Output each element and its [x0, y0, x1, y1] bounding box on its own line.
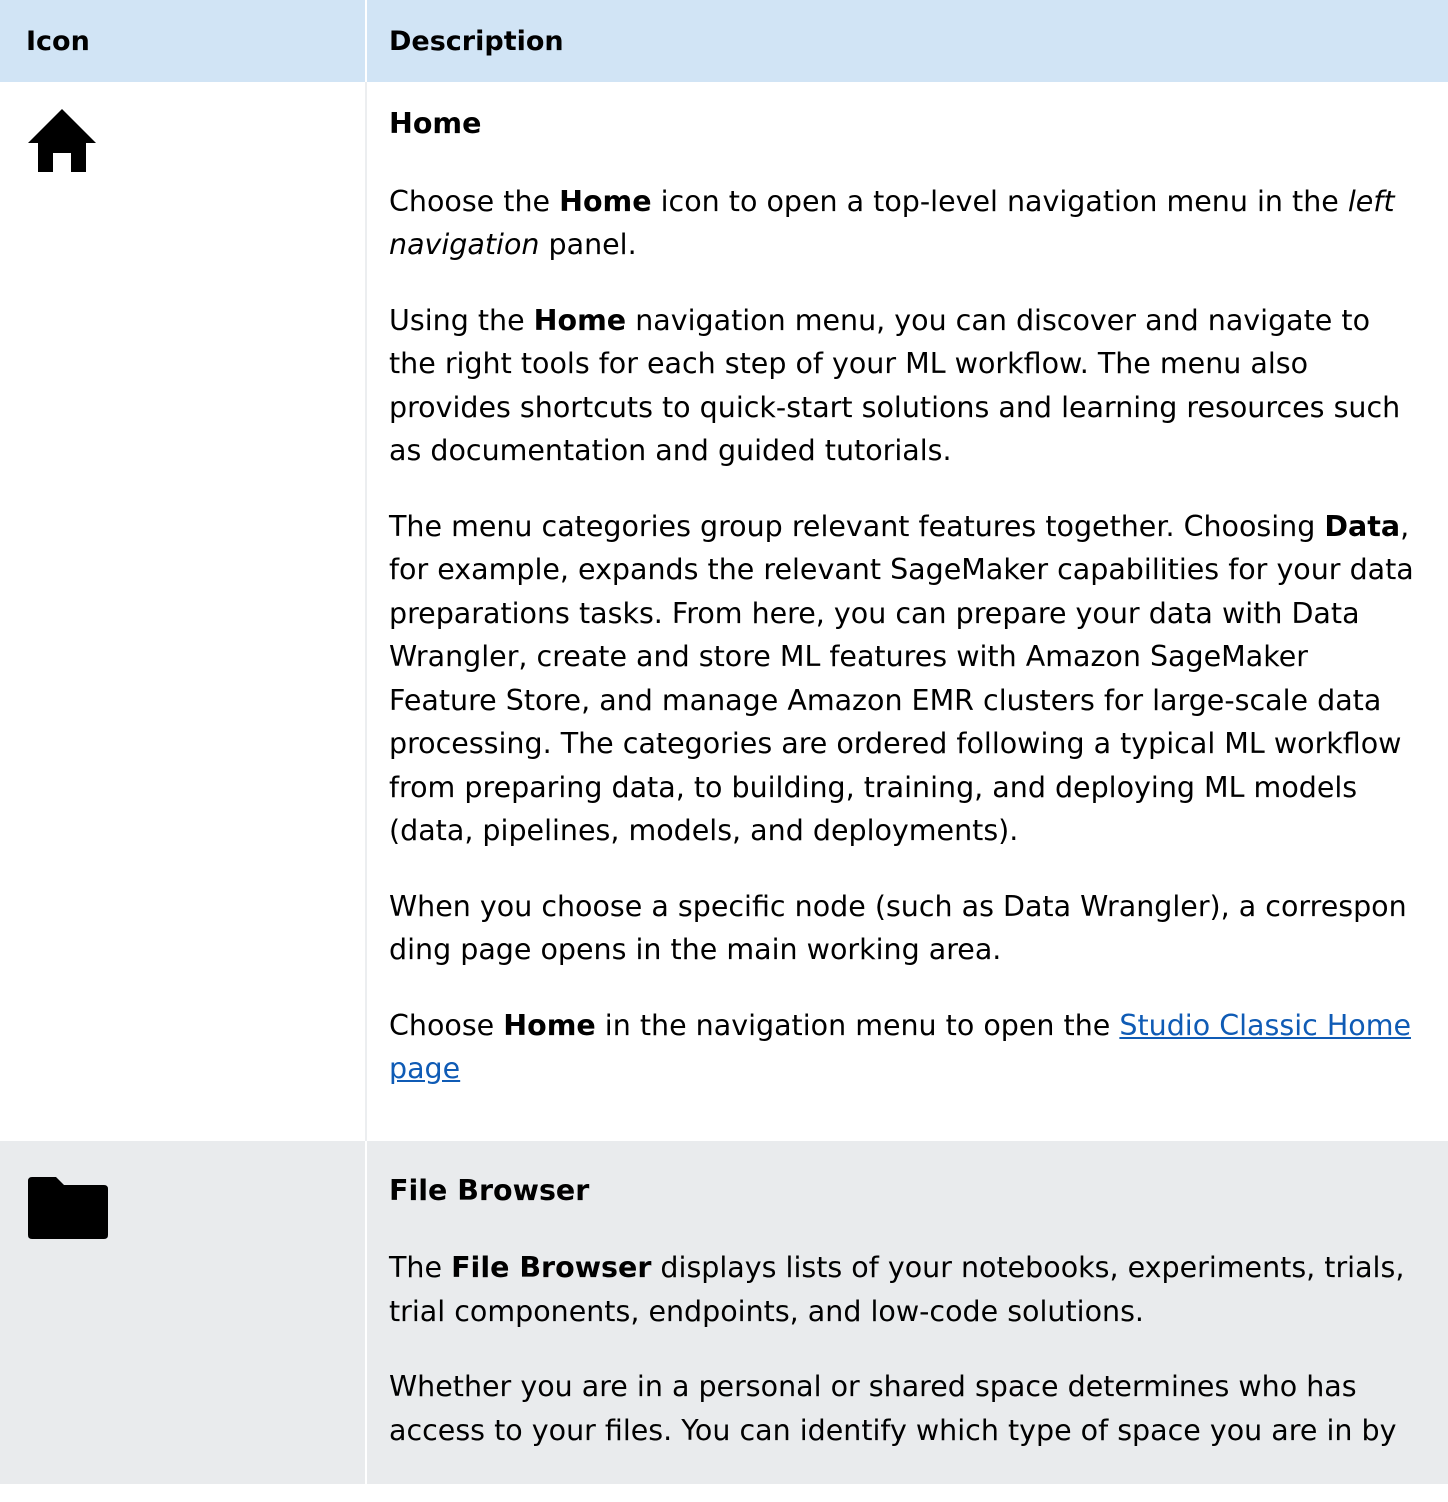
text-run: Choose the	[389, 184, 560, 218]
table-row-home: Home Choose the Home icon to open a top-…	[0, 82, 1448, 1141]
bold-term: Data	[1324, 509, 1401, 543]
text-run: , for example, expands the relevant Sage…	[389, 509, 1414, 848]
bold-term: File Browser	[451, 1251, 652, 1284]
home-paragraph-2: Using the Home navigation menu, you can …	[389, 299, 1424, 473]
bold-term: Home	[559, 184, 652, 218]
file-browser-paragraph-2: Whether you are in a personal or shared …	[389, 1365, 1424, 1452]
text-run: The menu categories group relevant featu…	[389, 509, 1325, 543]
text-run: When you choose a specific node (such as…	[389, 889, 1407, 967]
text-run: in the navigation menu to open the	[595, 1008, 1120, 1042]
table-row-file-browser: File Browser The File Browser displays l…	[0, 1140, 1448, 1484]
text-run: The	[389, 1251, 452, 1284]
icon-cell-home	[0, 82, 367, 1141]
text-run: icon to open a top-level navigation menu…	[651, 184, 1348, 218]
home-title: Home	[389, 107, 482, 140]
home-paragraph-5: Choose Home in the navigation menu to op…	[389, 1004, 1424, 1091]
home-paragraph-4: When you choose a specific node (such as…	[389, 885, 1424, 972]
text-run: panel.	[539, 228, 637, 261]
file-browser-title: File Browser	[389, 1173, 590, 1207]
bold-term: Home	[503, 1008, 596, 1042]
home-paragraph-1: Choose the Home icon to open a top-level…	[389, 180, 1424, 267]
text-run: Choose	[389, 1008, 504, 1042]
column-header-description: Description	[366, 0, 1448, 82]
column-header-icon: Icon	[0, 0, 367, 82]
home-icon	[28, 109, 96, 172]
bold-term: Home	[533, 303, 627, 337]
home-paragraph-3: The menu categories group relevant featu…	[389, 505, 1424, 853]
file-browser-paragraph-1: The File Browser displays lists of your …	[389, 1246, 1424, 1333]
icon-description-table: Icon Description Home Choose the Home ic…	[0, 0, 1448, 1484]
text-run: Using the	[389, 303, 534, 337]
description-cell-home: Home Choose the Home icon to open a top-…	[366, 82, 1448, 1141]
table-header-row: Icon Description	[0, 0, 1448, 82]
description-cell-file-browser: File Browser The File Browser displays l…	[366, 1140, 1448, 1484]
icon-cell-file-browser	[0, 1140, 367, 1484]
text-run: Whether you are in a personal or shared …	[389, 1370, 1397, 1447]
folder-icon	[28, 1176, 108, 1239]
